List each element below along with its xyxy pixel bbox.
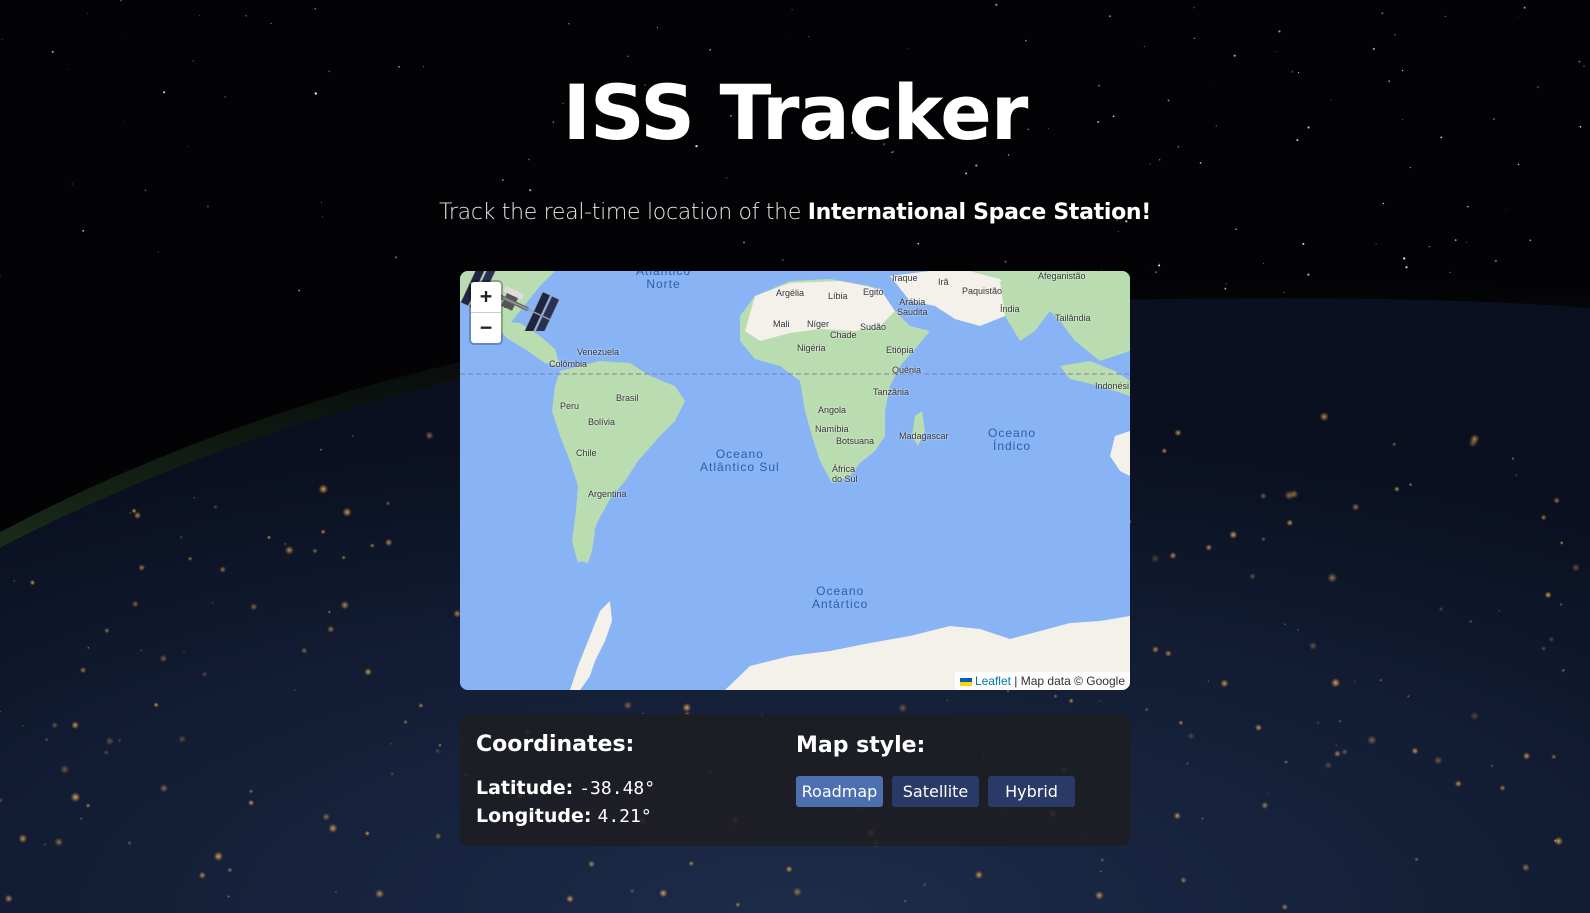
map-label-egito: Egito [863, 287, 884, 297]
map-label-etiopia: Etiópia [886, 345, 914, 355]
page-subtitle: Track the real-time location of the Inte… [0, 200, 1590, 225]
latitude-label: Latitude: [476, 777, 574, 799]
map-label-bolivia: Bolívia [588, 417, 616, 427]
map-label-nigeria: Nigéria [797, 343, 826, 353]
latitude-value: -38.48° [579, 778, 656, 799]
map-label-libia: Líbia [828, 291, 848, 301]
map-label-angola: Angola [818, 405, 847, 415]
coordinates-heading: Coordinates: [476, 732, 635, 757]
map-label-venezuela: Venezuela [577, 347, 620, 357]
zoom-out-button[interactable]: − [471, 313, 501, 343]
map-label-chile: Chile [576, 448, 597, 458]
zoom-control: + − [471, 282, 501, 343]
map-label-botsuana: Botsuana [836, 436, 875, 446]
map-label-tailandia: Tailândia [1055, 313, 1091, 323]
map-label-sudao: Sudão [860, 322, 887, 332]
map-label-quenia: Quênia [892, 365, 922, 375]
map-label-niger: Níger [807, 319, 830, 329]
roadmap-button[interactable]: Roadmap [796, 776, 883, 807]
map-label-afeganistao: Afeganistão [1038, 271, 1086, 281]
map-attribution: Leaflet | Map data © Google [954, 672, 1130, 690]
map-label-argentina: Argentina [588, 489, 627, 499]
longitude-row: Longitude: 4.21° [476, 805, 652, 827]
map-label-madagascar: Madagascar [899, 431, 949, 441]
zoom-in-button[interactable]: + [471, 282, 501, 313]
map-label-ira: Irã [938, 277, 949, 287]
map-label-argelia: Argélia [776, 288, 805, 298]
map-label-brasil: Brasil [616, 393, 639, 403]
ocean-label-atlantico-norte: Atlântico Norte [636, 271, 692, 291]
latitude-row: Latitude: -38.48° [476, 777, 655, 799]
longitude-label: Longitude: [476, 805, 592, 827]
map-tiles[interactable] [460, 271, 1130, 690]
subtitle-text: Track the real-time location of the [438, 200, 808, 225]
map-label-iraque: Iraque [892, 273, 918, 283]
map-label-africa-do-sul: África do Sul [832, 464, 858, 484]
ocean-label-indico: Oceano Índico [988, 426, 1037, 453]
map-label-peru: Peru [560, 401, 580, 411]
map-label-colombia: Colômbia [549, 359, 588, 369]
map-label-indonesia: Indonési [1095, 381, 1130, 391]
info-panel: Coordinates: Latitude: -38.48° Longitude:… [460, 714, 1130, 846]
ocean-label-atlantico-sul: Oceano Atlântico Sul [700, 447, 780, 474]
ukraine-flag-icon [959, 677, 972, 686]
map-label-namibia: Namíbia [815, 424, 849, 434]
ocean-label-antartico: Oceano Antártico [812, 584, 869, 611]
leaflet-link[interactable]: Leaflet [975, 674, 1011, 688]
satellite-button[interactable]: Satellite [892, 776, 979, 807]
iss-map[interactable]: Afeganistão Iraque Irã Paquistão Argélia… [460, 271, 1130, 690]
map-label-mali: Mali [773, 319, 790, 329]
subtitle-emphasis: International Space Station! [807, 200, 1152, 225]
map-label-india: Índia [1000, 304, 1020, 314]
map-label-tanzania: Tanzânia [873, 387, 910, 397]
page-title: ISS Tracker [562, 68, 1029, 157]
longitude-value: 4.21° [597, 806, 652, 827]
map-style-heading: Map style: [796, 733, 926, 758]
hybrid-button[interactable]: Hybrid [988, 776, 1075, 807]
map-label-chade: Chade [830, 330, 857, 340]
map-label-paquistao: Paquistão [962, 286, 1003, 296]
map-label-arabia-saudita: Arábia Saudita [897, 297, 928, 317]
attribution-text: | Map data © Google [1010, 674, 1125, 688]
